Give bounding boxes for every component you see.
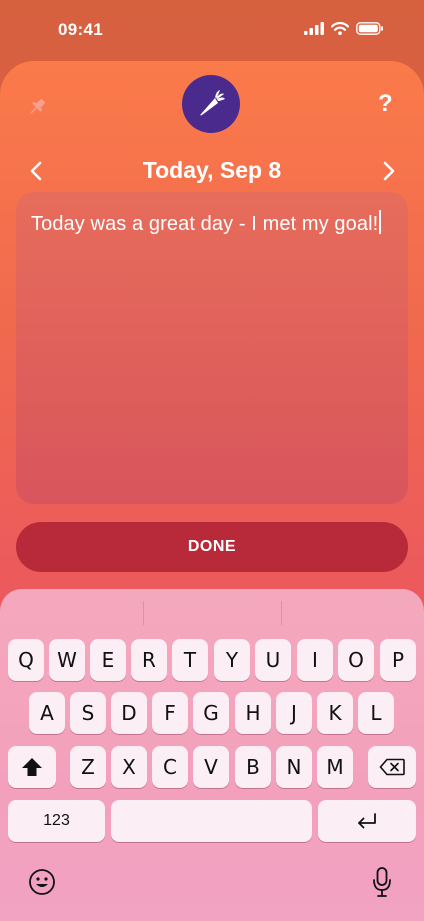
done-button[interactable]: DONE (16, 522, 408, 572)
text-cursor (379, 210, 382, 234)
key-r[interactable]: R (131, 639, 167, 681)
key-n[interactable]: N (276, 746, 312, 788)
return-icon (358, 813, 376, 829)
key-h[interactable]: H (235, 692, 271, 734)
suggestion-bar (0, 589, 424, 633)
signal-icon (304, 22, 324, 35)
status-icons (304, 22, 384, 35)
shift-icon (22, 758, 42, 776)
microphone-icon[interactable] (371, 866, 393, 898)
key-a[interactable]: A (29, 692, 65, 734)
key-x[interactable]: X (111, 746, 147, 788)
key-p[interactable]: P (380, 639, 416, 681)
key-s[interactable]: S (70, 692, 106, 734)
key-c[interactable]: C (152, 746, 188, 788)
journal-text: Today was a great day - I met my goal! (31, 213, 379, 235)
key-q[interactable]: Q (8, 639, 44, 681)
key-u[interactable]: U (255, 639, 291, 681)
numbers-key[interactable]: 123 (8, 800, 105, 842)
pin-icon[interactable] (26, 96, 48, 118)
suggestion-divider (143, 601, 144, 625)
space-key[interactable] (111, 800, 312, 842)
delete-key[interactable] (368, 746, 416, 788)
key-v[interactable]: V (193, 746, 229, 788)
app-logo (182, 75, 240, 133)
status-time: 09:41 (58, 20, 103, 39)
key-g[interactable]: G (193, 692, 229, 734)
date-title: Today, Sep 8 (142, 157, 282, 183)
key-l[interactable]: L (358, 692, 394, 734)
key-t[interactable]: T (172, 639, 208, 681)
key-e[interactable]: E (90, 639, 126, 681)
shift-key[interactable] (8, 746, 56, 788)
wifi-icon (331, 22, 349, 35)
backspace-icon (379, 758, 405, 776)
carrot-icon (200, 90, 225, 116)
key-f[interactable]: F (152, 692, 188, 734)
key-z[interactable]: Z (70, 746, 106, 788)
keyboard: Q W E R T Y U I O P A S D F G H J K L Z … (0, 589, 424, 921)
help-button[interactable]: ? (378, 90, 393, 118)
key-y[interactable]: Y (214, 639, 250, 681)
battery-icon (356, 22, 383, 35)
emoji-icon[interactable] (28, 868, 56, 896)
key-w[interactable]: W (49, 639, 85, 681)
status-bar: 09:41 (0, 0, 424, 60)
key-j[interactable]: J (276, 692, 312, 734)
return-key[interactable] (318, 800, 416, 842)
journal-text-area[interactable]: Today was a great day - I met my goal! (16, 192, 408, 504)
key-m[interactable]: M (317, 746, 353, 788)
key-i[interactable]: I (297, 639, 333, 681)
suggestion-divider (281, 601, 282, 625)
key-k[interactable]: K (317, 692, 353, 734)
key-b[interactable]: B (235, 746, 271, 788)
chevron-right-icon[interactable] (379, 160, 399, 182)
key-d[interactable]: D (111, 692, 147, 734)
key-o[interactable]: O (338, 639, 374, 681)
